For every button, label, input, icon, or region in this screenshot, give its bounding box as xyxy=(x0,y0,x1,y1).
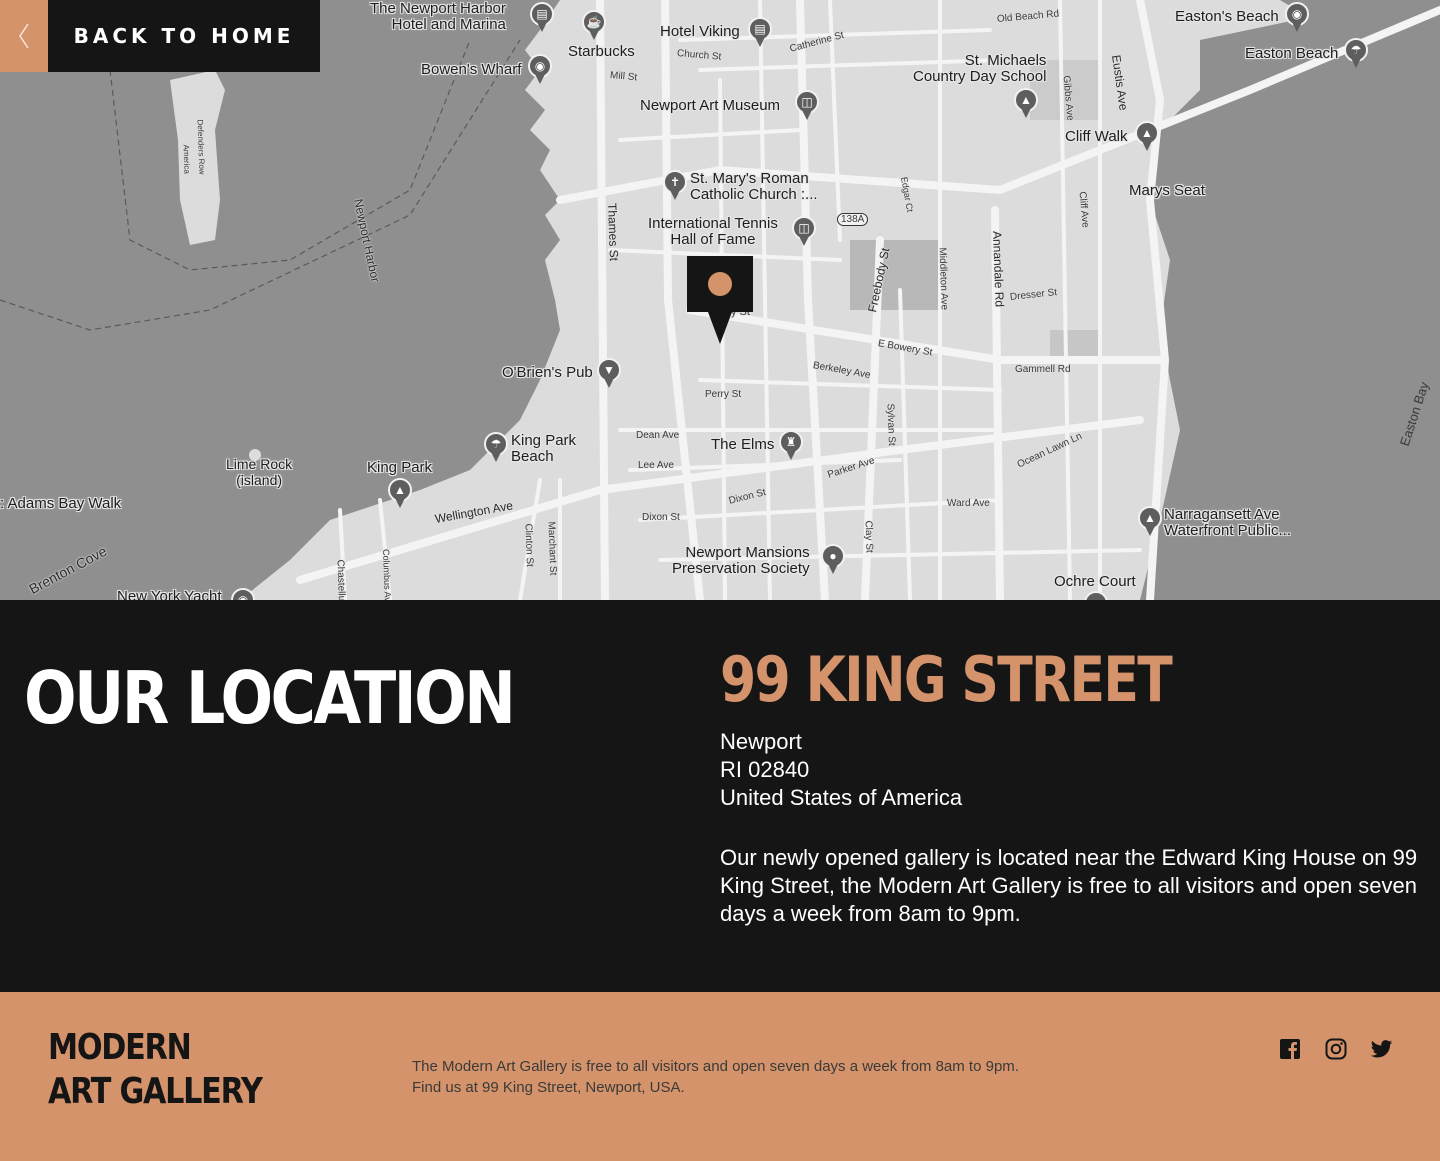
place-label-lime-rock[interactable]: Lime Rock (island) xyxy=(226,456,292,488)
place-label-marys-seat[interactable]: Marys Seat xyxy=(1129,183,1205,199)
street-label: Clay St xyxy=(862,520,875,553)
restaurant-icon[interactable]: ◉ xyxy=(231,588,255,600)
street-label: America xyxy=(181,144,192,174)
school-icon[interactable]: ▲ xyxy=(1014,88,1038,118)
address-state-zip: RI 02840 xyxy=(720,757,810,782)
section-heading: OUR LOCATION xyxy=(24,656,516,740)
street-label: Dixon St xyxy=(642,512,680,523)
street-label: Sylvan St xyxy=(884,403,897,446)
place-label-king-park[interactable]: King Park xyxy=(367,460,432,476)
place-label-st-michaels[interactable]: St. Michaels Country Day School xyxy=(913,53,1046,85)
place-label-obriens-pub[interactable]: O'Brien's Pub xyxy=(502,365,593,381)
place-label-narragansett[interactable]: Narragansett Ave Waterfront Public... xyxy=(1164,507,1291,539)
location-section: OUR LOCATION 99 KING STREET Newport RI 0… xyxy=(0,600,1440,992)
street-label: Perry St xyxy=(705,389,742,400)
street-label: Clinton St xyxy=(522,523,536,568)
park-icon[interactable]: ▲ xyxy=(1135,121,1159,151)
bar-icon[interactable]: ▼ xyxy=(597,358,621,388)
location-pin-dot xyxy=(708,272,732,296)
instagram-icon[interactable] xyxy=(1325,1038,1349,1062)
place-label-king-park-beach[interactable]: King Park Beach xyxy=(511,433,576,465)
place-label-tennis-hall[interactable]: International Tennis Hall of Fame xyxy=(648,216,778,248)
footer-logo-line: ART GALLERY xyxy=(48,1071,263,1112)
place-label-adams-bay-walk[interactable]: : Adams Bay Walk xyxy=(0,496,121,512)
museum-icon[interactable]: ◫ xyxy=(792,216,816,246)
facebook-icon[interactable] xyxy=(1279,1038,1303,1062)
park-icon[interactable]: ▲ xyxy=(388,478,412,508)
hotel-icon[interactable]: ▤ xyxy=(748,17,772,47)
beach-icon[interactable]: ☂ xyxy=(484,432,508,462)
camera-icon[interactable]: ◉ xyxy=(528,54,552,84)
place-label-ochre-court[interactable]: Ochre Court xyxy=(1054,574,1136,590)
footer-logo-line: MODERN xyxy=(48,1027,192,1068)
camera-icon[interactable]: ◉ xyxy=(1285,2,1309,32)
street-label: Dean Ave xyxy=(636,430,680,441)
coffee-icon[interactable]: ☕ xyxy=(582,10,606,40)
chevron-left-icon xyxy=(19,23,29,49)
footer-logo[interactable]: MODERN ART GALLERY xyxy=(48,1026,263,1114)
place-label-eastons-beach[interactable]: Easton's Beach xyxy=(1175,9,1279,25)
place-label-newport-harbor-hotel[interactable]: The Newport Harbor Hotel and Marina xyxy=(370,1,506,33)
address-block: Newport RI 02840 United States of Americ… xyxy=(720,728,962,812)
footer-info: The Modern Art Gallery is free to all vi… xyxy=(412,1056,1019,1098)
place-label-bowens-wharf[interactable]: Bowen's Wharf xyxy=(421,62,521,78)
twitter-icon[interactable] xyxy=(1370,1038,1395,1062)
street-label: Chastellux xyxy=(334,559,348,600)
street-label: Middleton Ave xyxy=(936,247,950,311)
hotel-icon[interactable]: ▤ xyxy=(530,2,554,32)
place-label-the-elms[interactable]: The Elms xyxy=(711,437,774,453)
gallery-description: Our newly opened gallery is located near… xyxy=(720,845,1418,926)
place-label-newport-art-museum[interactable]: Newport Art Museum xyxy=(640,98,780,114)
museum-icon[interactable]: ◫ xyxy=(795,90,819,120)
place-label-new-york-yacht[interactable]: New York Yacht xyxy=(117,589,222,601)
address-title: 99 KING STREET xyxy=(720,643,1173,716)
back-arrow-button[interactable] xyxy=(0,0,48,72)
street-label: Marchant St xyxy=(545,521,559,576)
pin-icon[interactable]: ● xyxy=(821,544,845,574)
church-icon[interactable]: ✝ xyxy=(663,170,687,200)
route-badge: 138A xyxy=(837,213,869,226)
footer: MODERN ART GALLERY The Modern Art Galler… xyxy=(0,992,1440,1161)
street-label: Defenders Row xyxy=(195,119,207,175)
place-label-cliff-walk[interactable]: Cliff Walk xyxy=(1065,129,1128,145)
place-label-st-marys[interactable]: St. Mary's Roman Catholic Church :... xyxy=(690,171,818,203)
street-label: Lee Ave xyxy=(638,460,674,471)
address-city: Newport xyxy=(720,729,802,754)
map[interactable]: The Newport Harbor Hotel and Marina Starb… xyxy=(0,0,1440,600)
footer-hours-text: The Modern Art Gallery is free to all vi… xyxy=(412,1058,1019,1075)
street-label: Annandale Rd xyxy=(990,230,1007,308)
location-pin-icon[interactable] xyxy=(687,256,753,344)
back-to-home-button[interactable]: BACK TO HOME xyxy=(48,0,320,72)
place-label-newport-mansions[interactable]: Newport Mansions Preservation Society xyxy=(672,545,810,577)
place-label-starbucks[interactable]: Starbucks xyxy=(568,44,635,60)
street-label: Ward Ave xyxy=(947,498,990,509)
street-label: Gammell Rd xyxy=(1015,364,1071,375)
street-label: Thames St xyxy=(605,202,622,262)
place-label-easton-beach[interactable]: Easton Beach xyxy=(1245,46,1338,62)
beach-icon[interactable]: ☂ xyxy=(1344,38,1368,68)
street-label: Mill St xyxy=(609,70,638,84)
footer-address-text: Find us at 99 King Street, Newport, USA. xyxy=(412,1079,685,1096)
address-country: United States of America xyxy=(720,785,963,810)
pin-icon[interactable]: ● xyxy=(1084,591,1108,600)
park-icon[interactable]: ▲ xyxy=(1138,506,1162,536)
street-label: Columbus Ave xyxy=(381,548,394,600)
castle-icon[interactable]: ♜ xyxy=(779,430,803,460)
place-label-hotel-viking[interactable]: Hotel Viking xyxy=(660,24,740,40)
